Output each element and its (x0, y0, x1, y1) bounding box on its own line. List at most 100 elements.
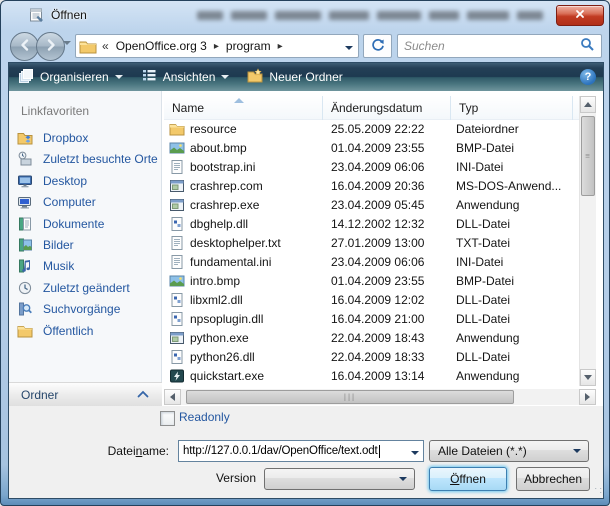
file-row[interactable]: quickstart.exe16.04.2009 13:14Anwendung (164, 367, 578, 386)
breadcrumb-separator-icon[interactable]: ▸ (209, 41, 224, 52)
back-arrow-icon (18, 38, 32, 55)
readonly-checkbox[interactable] (160, 411, 175, 426)
folders-expander[interactable]: Ordner (9, 382, 162, 406)
sidebar-item-label: Bilder (43, 238, 74, 252)
search-input[interactable]: Suchen (397, 34, 602, 58)
file-row[interactable]: npsoplugin.dll16.04.2009 21:00DLL-Datei (164, 310, 578, 329)
back-button[interactable] (10, 32, 39, 61)
column-header-type[interactable]: Typ (451, 96, 573, 120)
file-row[interactable]: fundamental.ini23.04.2009 06:06INI-Datei (164, 253, 578, 272)
file-row[interactable]: python26.dll22.04.2009 18:33DLL-Datei (164, 348, 578, 367)
filetype-select[interactable]: Alle Dateien (*.*) (429, 440, 589, 462)
sidebar-item-label: Zuletzt geändert (43, 281, 130, 295)
quickstart-file-icon (169, 368, 185, 384)
blurred-menu-item (197, 11, 223, 20)
file-name: crashrep.com (190, 177, 328, 196)
file-name: quickstart.exe (190, 367, 328, 386)
horizontal-scroll-thumb[interactable]: ||| (186, 390, 514, 404)
sidebar-item-dokumente[interactable]: Dokumente (9, 214, 161, 234)
filename-input[interactable]: http://127.0.0.1/dav/OpenOffice/text.odt (178, 440, 424, 462)
close-button[interactable] (556, 5, 604, 26)
text-caret (379, 445, 380, 458)
vertical-scroll-thumb[interactable]: ≡ (581, 116, 595, 196)
file-row[interactable]: python.exe22.04.2009 18:43Anwendung (164, 329, 578, 348)
breadcrumb-overflow-chevron[interactable]: « (97, 39, 114, 53)
breadcrumb-separator-icon[interactable]: ▸ (273, 41, 288, 52)
dll-file-icon (169, 292, 185, 308)
refresh-icon (370, 37, 386, 56)
filename-dropdown-icon[interactable] (406, 444, 423, 458)
search-icon[interactable] (580, 37, 595, 55)
sidebar-item-zuletzt-ge-ndert[interactable]: Zuletzt geändert (9, 278, 161, 298)
sidebar-item-bilder[interactable]: Bilder (9, 235, 161, 255)
address-dropdown-icon[interactable] (340, 39, 358, 53)
sidebar-item-label: Dropbox (43, 131, 88, 145)
views-dropdown-icon (221, 75, 229, 79)
scroll-right-button[interactable] (579, 389, 596, 405)
file-row[interactable]: about.bmp01.04.2009 23:55BMP-Datei (164, 139, 578, 158)
scroll-down-button[interactable] (580, 369, 596, 386)
open-button[interactable]: Öffnen (429, 467, 507, 491)
sidebar-item-label: Musik (43, 259, 74, 273)
breadcrumb-segment[interactable]: program (224, 39, 273, 53)
version-label: Version (151, 471, 256, 485)
file-date: 01.04.2009 23:55 (331, 139, 453, 158)
file-row[interactable]: dbghelp.dll14.12.2002 12:32DLL-Datei (164, 215, 578, 234)
file-row[interactable]: resource25.05.2009 22:22Dateiordner (164, 120, 578, 139)
file-date: 16.04.2009 20:36 (331, 177, 453, 196)
new-folder-button[interactable]: Neuer Ordner (238, 65, 351, 89)
sidebar-item-zuletzt-besuchte-orte[interactable]: Zuletzt besuchte Orte (9, 149, 161, 169)
new-folder-label: Neuer Ordner (269, 70, 342, 84)
filetype-value: Alle Dateien (*.*) (438, 444, 527, 458)
sidebar-item-suchvorg-nge[interactable]: Suchvorgänge (9, 299, 161, 319)
dll-file-icon (169, 216, 185, 232)
sidebar-item-dropbox[interactable]: Dropbox (9, 128, 161, 148)
resize-grip[interactable]: . . . (590, 484, 602, 496)
organize-button[interactable]: Organisieren (9, 65, 132, 89)
file-row[interactable]: desktophelper.txt27.01.2009 13:00TXT-Dat… (164, 234, 578, 253)
column-header-name[interactable]: Name (164, 96, 323, 120)
app-file-icon (169, 178, 185, 194)
scroll-left-button[interactable] (164, 389, 181, 405)
horizontal-scrollbar[interactable]: ||| (164, 389, 596, 405)
file-type: MS-DOS-Anwend... (456, 177, 576, 196)
file-row[interactable]: libxml2.dll16.04.2009 12:02DLL-Datei (164, 291, 578, 310)
file-name: npsoplugin.dll (190, 310, 328, 329)
file-row[interactable]: bootstrap.ini23.04.2009 06:06INI-Datei (164, 158, 578, 177)
cancel-button[interactable]: Abbrechen (516, 467, 590, 491)
file-row[interactable]: crashrep.exe23.04.2009 05:45Anwendung (164, 196, 578, 215)
sidebar-item-desktop[interactable]: Desktop (9, 171, 161, 191)
sort-ascending-icon (234, 98, 244, 103)
sidebar-item-computer[interactable]: Computer (9, 192, 161, 212)
sidebar-item--ffentlich[interactable]: Öffentlich (9, 321, 161, 341)
forward-button[interactable] (36, 32, 65, 61)
search-placeholder: Suchen (404, 39, 580, 53)
version-dropdown-icon (399, 477, 407, 481)
file-name: about.bmp (190, 139, 328, 158)
vertical-scrollbar[interactable]: ≡ (579, 96, 596, 386)
readonly-label[interactable]: Readonly (179, 410, 230, 424)
history-dropdown-icon[interactable] (63, 41, 71, 45)
sidebar-item-musik[interactable]: Musik (9, 256, 161, 276)
computer-icon (17, 194, 33, 210)
file-name: dbghelp.dll (190, 215, 328, 234)
help-icon[interactable]: ? (580, 69, 596, 85)
file-type: TXT-Datei (456, 234, 576, 253)
column-header-date[interactable]: Änderungsdatum (323, 96, 451, 120)
breadcrumb-segment[interactable]: OpenOffice.org 3 (114, 39, 209, 53)
version-select[interactable] (264, 468, 415, 490)
organize-label: Organisieren (40, 70, 109, 84)
text-file-icon (169, 235, 185, 251)
file-type: DLL-Datei (456, 348, 576, 367)
file-type: DLL-Datei (456, 215, 576, 234)
file-row[interactable]: crashrep.com16.04.2009 20:36MS-DOS-Anwen… (164, 177, 578, 196)
scroll-up-button[interactable] (580, 96, 596, 113)
refresh-button[interactable] (363, 34, 392, 58)
views-button[interactable]: Ansichten (132, 65, 239, 89)
title-bar[interactable]: Öffnen (1, 1, 609, 29)
file-type: INI-Datei (456, 253, 576, 272)
file-row[interactable]: intro.bmp01.04.2009 23:55BMP-Datei (164, 272, 578, 291)
folder-icon (79, 39, 97, 54)
sidebar-item-label: Öffentlich (43, 324, 93, 338)
file-type: DLL-Datei (456, 310, 576, 329)
